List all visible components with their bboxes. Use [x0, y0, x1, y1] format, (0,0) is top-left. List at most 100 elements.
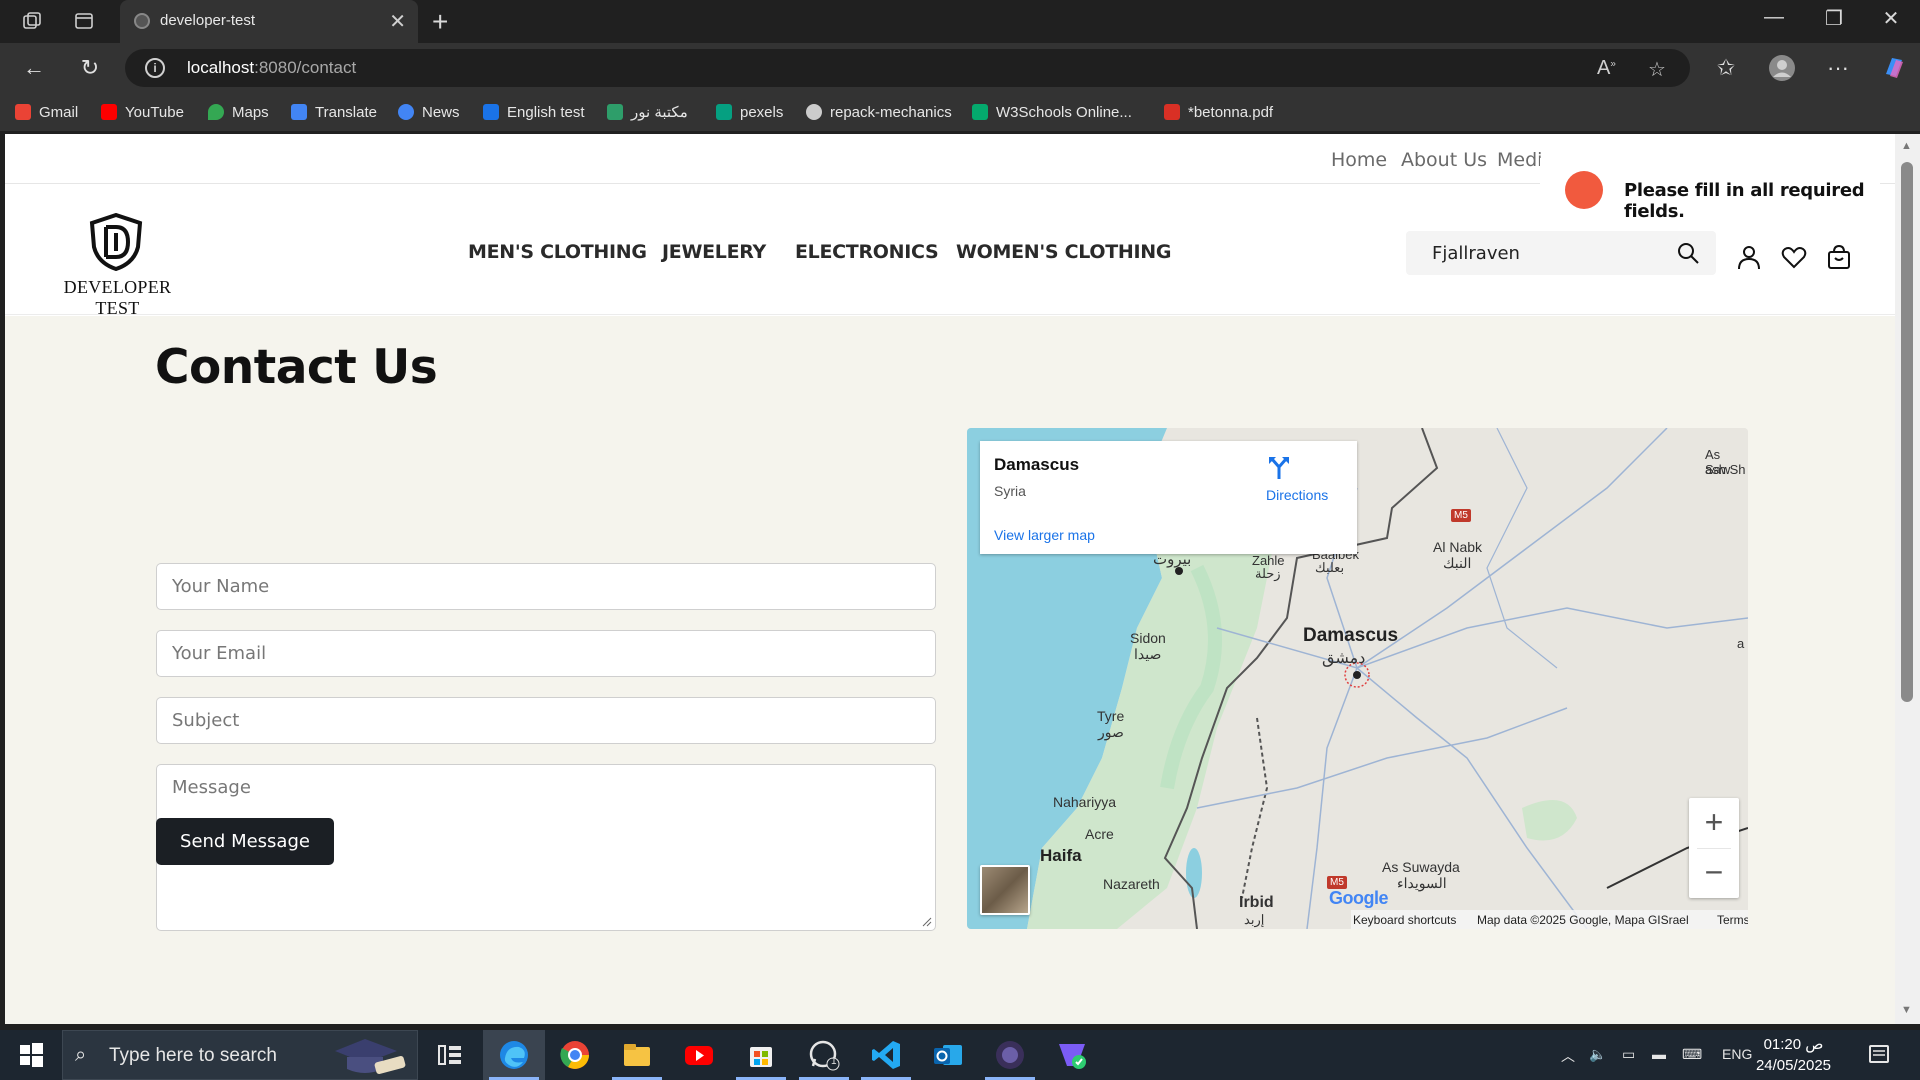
email-field[interactable]: Your Email: [156, 630, 936, 677]
subject-field[interactable]: Subject: [156, 697, 936, 744]
bookmark-maps[interactable]: Maps: [208, 102, 269, 122]
taskbar-search[interactable]: ⌕ Type here to search: [62, 1030, 418, 1080]
pexels-icon: [716, 104, 732, 120]
keyboard-shortcuts-link[interactable]: Keyboard shortcuts: [1353, 913, 1456, 927]
site-info-icon[interactable]: i: [145, 58, 165, 78]
clock-time: 01:20 ص: [1763, 1036, 1824, 1053]
file-explorer-icon[interactable]: [620, 1038, 654, 1072]
tray-overflow-chevron-icon[interactable]: ︿: [1561, 1046, 1575, 1066]
shopping-bag-icon[interactable]: [1826, 244, 1852, 270]
toast-message: Please fill in all required fields.: [1624, 180, 1865, 222]
copilot-icon[interactable]: [1880, 54, 1908, 82]
scrollbar-thumb[interactable]: [1901, 162, 1913, 702]
map-place-card: Damascus Syria View larger map Direction…: [980, 441, 1357, 554]
vertical-tabs-icon[interactable]: [72, 10, 96, 34]
account-icon[interactable]: [1736, 244, 1762, 270]
read-aloud-icon[interactable]: A»: [1597, 57, 1616, 80]
map-layer-toggle[interactable]: [980, 865, 1030, 915]
system-clock[interactable]: 01:20 ص 24/05/2025: [1746, 1034, 1841, 1076]
map-label-sidon-ar: صيدا: [1134, 646, 1162, 662]
zoom-in-button[interactable]: +: [1689, 798, 1739, 848]
bookmark-noor-library[interactable]: مكتبة نور: [607, 102, 688, 122]
category-electronics[interactable]: ELECTRONICS: [795, 241, 939, 263]
browser-titlebar: developer-test ✕ + — ❐ ✕: [0, 0, 1920, 43]
map-label-al-nabk-ar: النبك: [1443, 555, 1472, 571]
graduation-cap-icon: [335, 1039, 406, 1075]
favorites-icon[interactable]: ✩: [1712, 54, 1740, 82]
favorite-star-icon[interactable]: ☆: [1648, 57, 1666, 82]
profile-icon[interactable]: [1768, 54, 1796, 82]
task-view-icon[interactable]: [433, 1038, 467, 1072]
search-input[interactable]: Fjallraven: [1432, 243, 1520, 264]
zoom-out-button[interactable]: −: [1689, 848, 1739, 898]
page-viewport: Home About Us Medi DEVELOPER TEST MEN'S …: [5, 134, 1895, 1024]
nav-media-link[interactable]: Medi: [1497, 149, 1542, 171]
search-icon[interactable]: [1676, 241, 1700, 265]
outlook-icon[interactable]: [931, 1038, 965, 1072]
resize-handle-icon[interactable]: [922, 917, 932, 927]
nav-home-link[interactable]: Home: [1331, 149, 1387, 171]
battery-icon[interactable]: ▬: [1652, 1046, 1666, 1062]
nav-about-link[interactable]: About Us: [1401, 149, 1487, 171]
browser-tab[interactable]: developer-test ✕: [120, 0, 418, 43]
bookmark-english-test[interactable]: English test: [483, 102, 585, 122]
bookmark-youtube[interactable]: YouTube: [101, 102, 184, 122]
product-search[interactable]: Fjallraven: [1406, 231, 1716, 275]
youtube-app-icon[interactable]: [682, 1038, 716, 1072]
noor-library-icon: [607, 104, 623, 120]
map-label-tyre: Tyre: [1097, 708, 1125, 724]
edge-browser-icon[interactable]: [497, 1038, 531, 1072]
new-tab-button[interactable]: +: [432, 6, 448, 38]
windows-start-icon[interactable]: [14, 1038, 48, 1072]
back-button[interactable]: ←: [20, 54, 48, 82]
close-window-button[interactable]: ✕: [1871, 6, 1911, 31]
google-map[interactable]: Damascus دمشق Al Nabk النبك Sidon صيدا T…: [967, 428, 1748, 929]
bookmark-betonna-pdf[interactable]: *betonna.pdf: [1164, 102, 1273, 122]
map-label-sidon: Sidon: [1130, 630, 1166, 646]
name-field[interactable]: Your Name: [156, 563, 936, 610]
view-larger-map-link[interactable]: View larger map: [994, 527, 1095, 543]
map-card-country: Syria: [994, 483, 1026, 499]
scroll-up-arrow-icon[interactable]: ▲: [1901, 140, 1912, 152]
vpn-shield-icon[interactable]: [1055, 1038, 1089, 1072]
bookmark-pexels[interactable]: pexels: [716, 102, 783, 122]
page-scrollbar[interactable]: ▲ ▼: [1895, 134, 1920, 1024]
restore-button[interactable]: ❐: [1814, 6, 1854, 31]
tab-close-icon[interactable]: ✕: [389, 9, 406, 34]
wishlist-heart-icon[interactable]: [1781, 244, 1807, 270]
directions-link[interactable]: Directions: [1266, 487, 1328, 503]
site-logo[interactable]: DEVELOPER TEST: [50, 213, 185, 318]
directions-icon[interactable]: [1266, 455, 1292, 481]
bookmark-w3schools[interactable]: W3Schools Online...: [972, 102, 1132, 122]
github-desktop-icon[interactable]: [993, 1038, 1027, 1072]
scroll-down-arrow-icon[interactable]: ▼: [1901, 1004, 1912, 1016]
volume-icon[interactable]: 🔈: [1589, 1046, 1606, 1063]
address-bar[interactable]: i localhost:8080/contact A» ☆: [125, 49, 1690, 87]
map-label-baalbek-ar: بعلبك: [1315, 560, 1345, 575]
brand-name: DEVELOPER TEST: [63, 277, 172, 318]
chrome-icon[interactable]: [558, 1038, 592, 1072]
vscode-icon[interactable]: [869, 1038, 903, 1072]
notifications-icon[interactable]: [1862, 1038, 1896, 1072]
microsoft-store-icon[interactable]: [744, 1038, 778, 1072]
category-jewelery[interactable]: JEWELERY: [662, 241, 766, 263]
map-terms-link[interactable]: Terms: [1717, 913, 1748, 927]
tab-favicon-icon: [134, 13, 150, 29]
send-message-button[interactable]: Send Message: [156, 818, 334, 865]
keyboard-icon[interactable]: ⌨: [1682, 1046, 1702, 1063]
bookmark-repack-mechanics[interactable]: repack-mechanics: [806, 102, 952, 122]
workspaces-icon[interactable]: [20, 10, 44, 34]
map-zoom-control: + −: [1689, 798, 1739, 898]
bookmark-gmail[interactable]: Gmail: [15, 102, 78, 122]
map-card-city: Damascus: [994, 455, 1080, 474]
map-attribution-bar: Keyboard shortcuts Map data ©2025 Google…: [1351, 910, 1748, 929]
reload-button[interactable]: ↻: [76, 54, 104, 82]
minimize-button[interactable]: —: [1754, 6, 1794, 29]
bookmark-news[interactable]: News: [398, 102, 460, 122]
bookmark-translate[interactable]: Translate: [291, 102, 377, 122]
validation-toast: Please fill in all required fields.: [1540, 158, 1880, 222]
category-womens-clothing[interactable]: WOMEN'S CLOTHING: [956, 241, 1171, 263]
category-mens-clothing[interactable]: MEN'S CLOTHING: [468, 241, 647, 263]
network-icon[interactable]: ▭: [1622, 1046, 1635, 1063]
more-menu-icon[interactable]: ···: [1824, 54, 1852, 82]
